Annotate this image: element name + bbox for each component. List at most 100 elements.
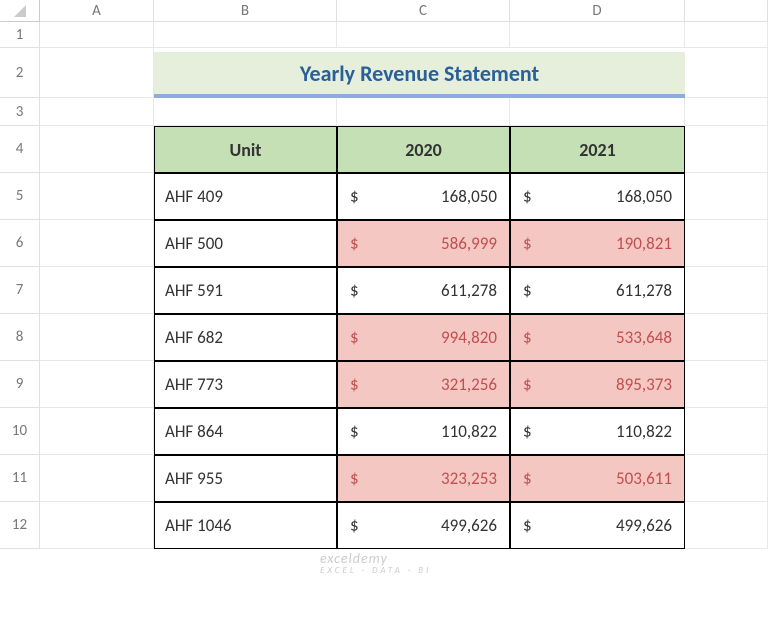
col-header-A[interactable]: A [40,0,154,22]
cell-E9[interactable] [685,361,768,408]
money-value: 611,278 [616,280,672,301]
cell-y1-5[interactable]: $168,050 [337,173,510,220]
row-header-6[interactable]: 6 [0,220,40,267]
cell-A2[interactable] [40,48,154,98]
money-value: 168,050 [441,186,497,207]
cell-E4[interactable] [685,126,768,173]
col-header-B[interactable]: B [154,0,337,22]
row-header-5[interactable]: 5 [0,173,40,220]
money-value: 586,999 [441,233,497,254]
currency-symbol: $ [350,186,359,207]
row-header-9[interactable]: 9 [0,361,40,408]
header-2021[interactable]: 2021 [510,126,685,173]
header-2020[interactable]: 2020 [337,126,510,173]
money-value: 895,373 [616,374,672,395]
cell-y2-7[interactable]: $611,278 [510,267,685,314]
money-value: 503,611 [616,468,672,489]
cell-A1[interactable] [40,22,154,48]
money-value: 168,050 [616,186,672,207]
cell-E2[interactable] [685,48,768,98]
cell-E12[interactable] [685,502,768,549]
select-all-corner[interactable] [0,0,40,22]
cell-unit-12[interactable]: AHF 1046 [154,502,337,549]
cell-y1-8[interactable]: $994,820 [337,314,510,361]
row-header-11[interactable]: 11 [0,455,40,502]
currency-symbol: $ [350,374,359,395]
currency-symbol: $ [523,468,532,489]
header-unit[interactable]: Unit [154,126,337,173]
cell-y1-9[interactable]: $321,256 [337,361,510,408]
cell-A5[interactable] [40,173,154,220]
currency-symbol: $ [350,468,359,489]
currency-symbol: $ [350,233,359,254]
row-header-4[interactable]: 4 [0,126,40,173]
cell-unit-7[interactable]: AHF 591 [154,267,337,314]
cell-y2-8[interactable]: $533,648 [510,314,685,361]
money-value: 321,256 [441,374,497,395]
watermark-main: exceldemy [320,550,388,567]
watermark-sub: EXCEL · DATA · BI [320,565,431,576]
spreadsheet-grid[interactable]: A B C D 1 2 Yearly Revenue Statement 3 4… [0,0,768,549]
cell-E11[interactable] [685,455,768,502]
cell-B1[interactable] [154,22,337,48]
currency-symbol: $ [350,421,359,442]
cell-D3[interactable] [510,98,685,126]
cell-A7[interactable] [40,267,154,314]
cell-E5[interactable] [685,173,768,220]
cell-A8[interactable] [40,314,154,361]
cell-y2-10[interactable]: $110,822 [510,408,685,455]
currency-symbol: $ [523,421,532,442]
currency-symbol: $ [350,280,359,301]
col-header-blank[interactable] [685,0,768,22]
cell-y1-11[interactable]: $323,253 [337,455,510,502]
cell-E7[interactable] [685,267,768,314]
row-header-3[interactable]: 3 [0,98,40,126]
cell-C3[interactable] [337,98,510,126]
cell-E10[interactable] [685,408,768,455]
cell-D1[interactable] [510,22,685,48]
watermark: exceldemy EXCEL · DATA · BI [320,550,431,576]
money-value: 994,820 [441,327,497,348]
cell-A9[interactable] [40,361,154,408]
money-value: 110,822 [616,421,672,442]
row-header-1[interactable]: 1 [0,22,40,48]
cell-y1-10[interactable]: $110,822 [337,408,510,455]
currency-symbol: $ [523,374,532,395]
row-header-7[interactable]: 7 [0,267,40,314]
cell-unit-11[interactable]: AHF 955 [154,455,337,502]
cell-C1[interactable] [337,22,510,48]
cell-y1-7[interactable]: $611,278 [337,267,510,314]
cell-unit-9[interactable]: AHF 773 [154,361,337,408]
cell-y2-6[interactable]: $190,821 [510,220,685,267]
cell-A10[interactable] [40,408,154,455]
cell-A11[interactable] [40,455,154,502]
money-value: 499,626 [441,515,497,536]
cell-y2-11[interactable]: $503,611 [510,455,685,502]
cell-unit-10[interactable]: AHF 864 [154,408,337,455]
cell-unit-8[interactable]: AHF 682 [154,314,337,361]
cell-E6[interactable] [685,220,768,267]
cell-E8[interactable] [685,314,768,361]
cell-unit-5[interactable]: AHF 409 [154,173,337,220]
cell-A4[interactable] [40,126,154,173]
row-header-2[interactable]: 2 [0,48,40,98]
cell-y2-5[interactable]: $168,050 [510,173,685,220]
money-value: 190,821 [616,233,672,254]
cell-E1[interactable] [685,22,768,48]
cell-A3[interactable] [40,98,154,126]
cell-y2-12[interactable]: $499,626 [510,502,685,549]
cell-A12[interactable] [40,502,154,549]
col-header-C[interactable]: C [337,0,510,22]
cell-y2-9[interactable]: $895,373 [510,361,685,408]
cell-E3[interactable] [685,98,768,126]
cell-B3[interactable] [154,98,337,126]
col-header-D[interactable]: D [510,0,685,22]
cell-y1-6[interactable]: $586,999 [337,220,510,267]
row-header-8[interactable]: 8 [0,314,40,361]
row-header-12[interactable]: 12 [0,502,40,549]
money-value: 611,278 [441,280,497,301]
cell-y1-12[interactable]: $499,626 [337,502,510,549]
row-header-10[interactable]: 10 [0,408,40,455]
cell-unit-6[interactable]: AHF 500 [154,220,337,267]
cell-A6[interactable] [40,220,154,267]
